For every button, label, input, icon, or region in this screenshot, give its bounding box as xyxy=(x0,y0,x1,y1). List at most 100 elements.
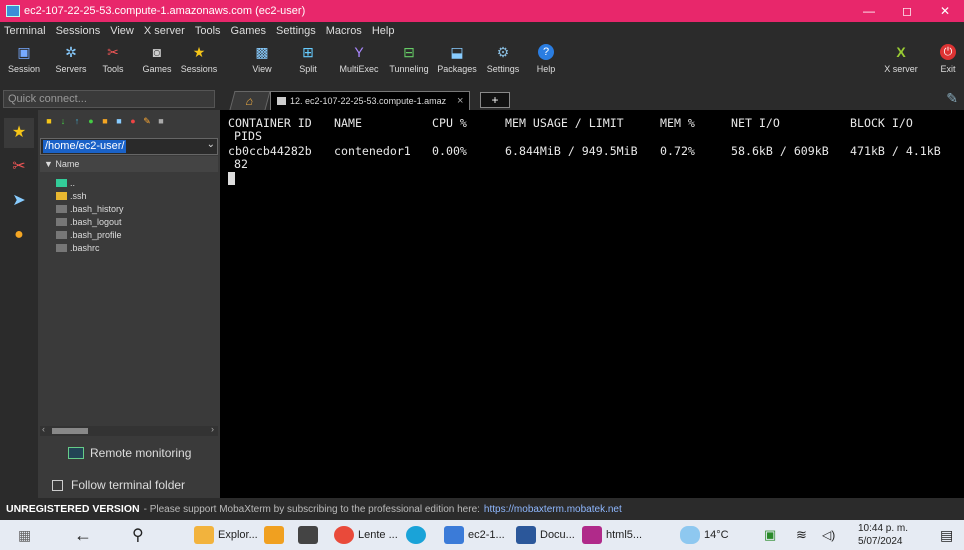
tunneling-button[interactable]: ⊟ Tunneling xyxy=(384,44,434,74)
split-icon: ⊞ xyxy=(302,44,314,60)
row-pids: 82 xyxy=(234,157,248,171)
chevron-down-icon[interactable]: ⌄ xyxy=(207,139,215,150)
list-item[interactable]: .bash_logout xyxy=(56,215,122,228)
task-view-icon[interactable]: ▦ xyxy=(18,524,31,546)
chrome-icon xyxy=(334,526,354,544)
taskbar-app-mail[interactable] xyxy=(298,524,322,546)
tab-session[interactable]: 12. ec2-107-22-25-53.compute-1.amaz × xyxy=(270,91,470,110)
taskbar-app-mobaxterm[interactable]: ec2-1... xyxy=(444,524,505,546)
download-icon[interactable]: ↓ xyxy=(58,116,68,126)
list-item[interactable]: .ssh xyxy=(56,189,87,202)
taskbar-app-chrome[interactable]: Lente ... xyxy=(334,524,398,546)
window-title: ec2-107-22-25-53.compute-1.amazonaws.com… xyxy=(24,5,306,17)
terminal-pane[interactable]: CONTAINER ID NAME CPU % MEM USAGE / LIMI… xyxy=(222,110,964,498)
tools-button[interactable]: ✂ Tools xyxy=(90,44,136,74)
quick-connect-input[interactable]: Quick connect... xyxy=(3,90,215,108)
taskbar-app-explorer[interactable]: Explor... xyxy=(194,524,258,546)
macros-send-icon[interactable]: ➤ xyxy=(4,186,34,216)
properties-icon[interactable]: ■ xyxy=(156,116,166,126)
menu-x-server[interactable]: X server xyxy=(144,25,185,37)
packages-icon: ⬓ xyxy=(450,44,464,60)
back-arrow-icon[interactable]: ← xyxy=(74,524,92,546)
scrollbar-thumb[interactable] xyxy=(52,428,88,434)
split-button[interactable]: ⊞ Split xyxy=(288,44,328,74)
help-icon: ? xyxy=(538,44,554,60)
store-bag-icon xyxy=(264,526,284,544)
menu-terminal[interactable]: Terminal xyxy=(4,25,46,37)
packages-button[interactable]: ⬓ Packages xyxy=(432,44,482,74)
folder-up-icon[interactable]: ■ xyxy=(44,116,54,126)
menu-settings[interactable]: Settings xyxy=(276,25,316,37)
parent-folder-icon xyxy=(56,178,67,187)
x-server-button[interactable]: XX server xyxy=(876,44,926,74)
session-button[interactable]: ▣ Session xyxy=(4,44,44,74)
gamepad-icon: ◙ xyxy=(152,44,162,60)
left-icon-strip: ★ ✂ ➤ ● xyxy=(0,110,38,498)
wifi-icon[interactable]: ≋ xyxy=(796,524,807,546)
help-button[interactable]: ? Help xyxy=(524,44,568,74)
home-tab[interactable]: ⌂ xyxy=(229,91,271,110)
pen-icon[interactable]: ✎ xyxy=(946,90,958,107)
list-item[interactable]: .. xyxy=(56,176,75,189)
multiexec-button[interactable]: Y MultiExec xyxy=(334,44,384,74)
list-item[interactable]: .bash_history xyxy=(56,202,124,215)
header-block-io: BLOCK I/O xyxy=(850,116,913,130)
refresh-icon[interactable]: ● xyxy=(86,116,96,126)
sessions-button[interactable]: ★ Sessions xyxy=(174,44,224,74)
clock[interactable]: 10:44 p. m. 5/07/2024 xyxy=(858,522,908,548)
menu-tools[interactable]: Tools xyxy=(195,25,221,37)
taskbar-app-winrar[interactable]: html5... xyxy=(582,524,642,546)
wrench-icon[interactable]: ✎ xyxy=(142,116,152,126)
taskbar-app-edge[interactable] xyxy=(406,524,430,546)
new-folder-icon[interactable]: ■ xyxy=(100,116,110,126)
taskbar-app-word[interactable]: Docu... xyxy=(516,524,575,546)
favorites-star-icon[interactable]: ★ xyxy=(4,118,34,148)
row-container-id: cb0ccb44282b xyxy=(228,144,312,158)
close-button[interactable]: ✕ xyxy=(926,0,964,22)
menu-sessions[interactable]: Sessions xyxy=(56,25,101,37)
new-file-icon[interactable]: ■ xyxy=(114,116,124,126)
column-header-name[interactable]: ▼ Name xyxy=(40,156,218,172)
maximize-button[interactable]: ◻ xyxy=(888,0,926,22)
chevron-right-icon[interactable]: › xyxy=(211,424,214,434)
chevron-left-icon[interactable]: ‹ xyxy=(42,424,45,434)
mobaxterm-logo-icon xyxy=(6,5,20,17)
list-item[interactable]: .bash_profile xyxy=(56,228,122,241)
tray-app-icon[interactable]: ▣ xyxy=(764,524,776,546)
remote-monitoring-button[interactable]: Remote monitoring xyxy=(68,446,191,460)
delete-icon[interactable]: ● xyxy=(128,116,138,126)
horizontal-scrollbar[interactable]: ‹ › xyxy=(40,424,218,436)
header-name: NAME xyxy=(334,116,362,130)
list-item[interactable]: .bashrc xyxy=(56,241,100,254)
menu-games[interactable]: Games xyxy=(231,25,266,37)
weather-widget[interactable]: 14°C xyxy=(680,524,729,546)
taskbar: ▦ ← ⚲ Explor... Lente ... ec2-1... Docu.… xyxy=(0,520,964,550)
path-input[interactable]: /home/ec2-user/ ⌄ xyxy=(40,138,218,155)
tools-strip-icon[interactable]: ✂ xyxy=(4,152,34,182)
volume-icon[interactable]: ◁) xyxy=(822,524,835,546)
notifications-icon[interactable]: ▤ xyxy=(940,524,953,546)
settings-button[interactable]: ⚙ Settings xyxy=(478,44,528,74)
taskbar-app-store[interactable] xyxy=(264,524,288,546)
menu-view[interactable]: View xyxy=(110,25,134,37)
menu-macros[interactable]: Macros xyxy=(326,25,362,37)
header-net-io: NET I/O xyxy=(731,116,780,130)
monitor-icon: ▣ xyxy=(17,44,31,60)
multiexec-icon: Y xyxy=(354,44,364,60)
view-button[interactable]: ▩ View xyxy=(240,44,284,74)
mobatek-link[interactable]: https://mobaxterm.mobatek.net xyxy=(484,504,622,515)
minimize-button[interactable]: — xyxy=(850,0,888,22)
servers-button[interactable]: ✲ Servers xyxy=(46,44,96,74)
exit-button[interactable]: ⏻ Exit xyxy=(932,44,964,74)
search-icon[interactable]: ⚲ xyxy=(132,524,144,546)
tab-close-button[interactable]: × xyxy=(457,95,463,107)
file-icon xyxy=(56,217,67,226)
row-cpu: 0.00% xyxy=(432,144,467,158)
terminal-icon xyxy=(277,97,286,105)
sftp-globe-icon[interactable]: ● xyxy=(4,220,34,250)
new-tab-button[interactable]: + xyxy=(480,92,510,108)
upload-icon[interactable]: ↑ xyxy=(72,116,82,126)
menu-help[interactable]: Help xyxy=(372,25,395,37)
unregistered-label: UNREGISTERED VERSION xyxy=(6,503,140,515)
follow-terminal-folder-checkbox[interactable]: Follow terminal folder xyxy=(52,478,185,492)
